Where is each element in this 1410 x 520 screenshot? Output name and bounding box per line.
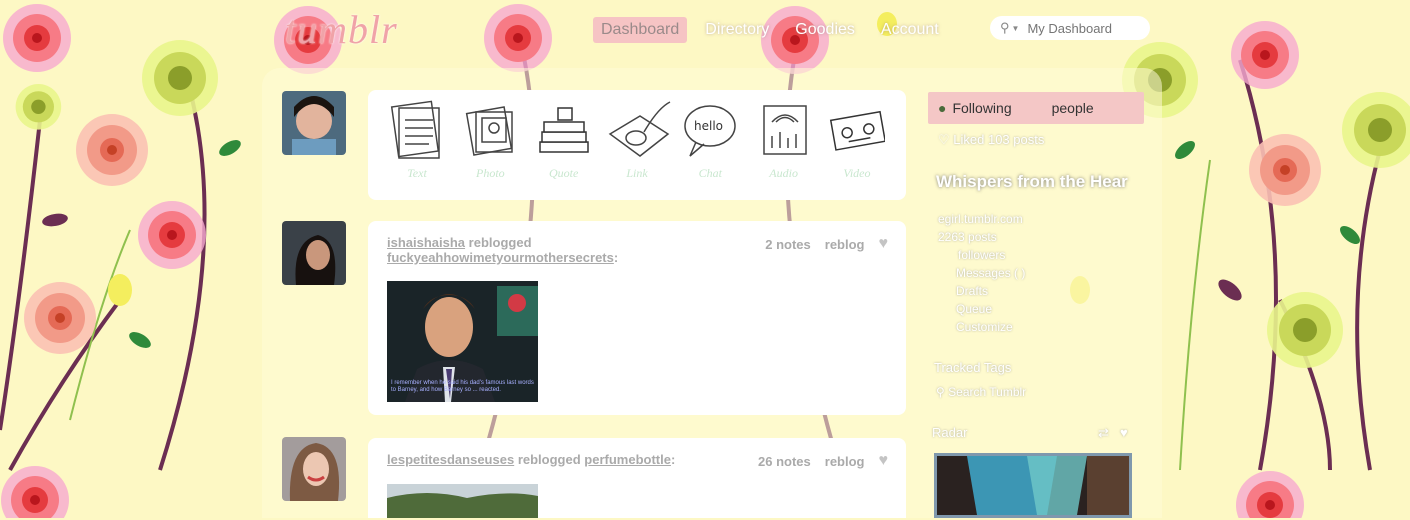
- heart-icon[interactable]: ♥: [1120, 425, 1128, 440]
- post-header: ishaishaisha reblogged fuckyeahhowimetyo…: [387, 235, 889, 265]
- video-icon: [829, 110, 885, 151]
- text-icon: [390, 100, 440, 159]
- avatar[interactable]: [282, 91, 346, 155]
- photo-icon: [466, 106, 514, 156]
- post-photo[interactable]: [387, 484, 538, 518]
- notes-count[interactable]: 2 notes: [765, 237, 811, 252]
- svg-text:hello: hello: [694, 119, 723, 133]
- post-source-link[interactable]: fuckyeahhowimetyourmothersecrets: [387, 250, 614, 265]
- search-icon[interactable]: ⚲: [1000, 20, 1010, 36]
- nav-directory[interactable]: Directory: [697, 17, 777, 43]
- search-input[interactable]: [1025, 19, 1140, 37]
- blog-title[interactable]: Whispers from the Hear: [936, 172, 1144, 192]
- followers-link[interactable]: followers: [938, 246, 1144, 264]
- post-source-link[interactable]: perfumebottle: [584, 452, 671, 467]
- audio-icon: [762, 105, 807, 155]
- post-type-video[interactable]: Video: [826, 98, 888, 181]
- post-author-avatar: [282, 437, 346, 501]
- avatar[interactable]: [282, 221, 346, 285]
- nav-account[interactable]: Account: [873, 17, 947, 43]
- blog-url-link[interactable]: egirl.tumblr.com: [938, 210, 1144, 228]
- post-header: lespetitesdanseuses reblogged perfumebot…: [387, 452, 889, 470]
- customize-link[interactable]: Customize: [938, 318, 1144, 336]
- reblog-icon[interactable]: ⇄: [1098, 425, 1109, 441]
- posts-count-link[interactable]: 2263 posts: [938, 228, 1144, 246]
- landscape-image: [387, 484, 538, 518]
- radar-image[interactable]: [934, 453, 1132, 518]
- post-type-text[interactable]: Text: [386, 98, 448, 181]
- post-author-link[interactable]: lespetitesdanseuses: [387, 452, 514, 467]
- following-link[interactable]: ● Following people: [928, 92, 1144, 124]
- tumblr-logo[interactable]: tumblr: [285, 6, 398, 53]
- post-card: ishaishaisha reblogged fuckyeahhowimetyo…: [368, 221, 906, 415]
- chevron-down-icon[interactable]: ▼: [1012, 24, 1020, 33]
- tracked-tags-heading: Tracked Tags: [934, 360, 1012, 375]
- blog-menu: egirl.tumblr.com 2263 posts followers Me…: [938, 210, 1144, 336]
- nav-goodies[interactable]: Goodies: [787, 17, 863, 43]
- like-heart-icon[interactable]: ♥: [879, 235, 889, 253]
- queue-link[interactable]: Queue: [938, 300, 1144, 318]
- sidebar: ● Following people ♡ Liked 103 posts Whi…: [928, 92, 1144, 440]
- post-type-audio[interactable]: Audio: [753, 98, 815, 181]
- main-nav: Dashboard Directory Goodies Account: [593, 17, 947, 43]
- post-card: lespetitesdanseuses reblogged perfumebot…: [368, 438, 906, 518]
- link-icon: [608, 101, 671, 157]
- avatar[interactable]: [282, 437, 346, 501]
- liked-posts-link[interactable]: ♡ Liked 103 posts: [938, 132, 1144, 148]
- post-type-photo[interactable]: Photo: [459, 98, 521, 181]
- messages-link[interactable]: Messages ( ): [938, 264, 1144, 282]
- search-tumblr-link[interactable]: ⚲ Search Tumblr: [936, 385, 1144, 399]
- chat-icon: hello: [684, 105, 737, 157]
- post-photo[interactable]: I remember when he said his dad's famous…: [387, 281, 538, 402]
- notes-count[interactable]: 26 notes: [758, 454, 811, 469]
- post-type-chat[interactable]: hello Chat: [679, 98, 741, 181]
- search-box: ⚲ ▼: [990, 16, 1150, 40]
- quote-icon: [538, 107, 589, 153]
- user-avatar-photo: [282, 91, 346, 155]
- nav-dashboard[interactable]: Dashboard: [593, 17, 688, 43]
- radar-photo: [937, 456, 1129, 515]
- post-type-quote[interactable]: Quote: [533, 98, 595, 181]
- reblog-button[interactable]: reblog: [825, 454, 865, 469]
- post-type-toolbar: Text Photo Quote Link hello Chat Audio V…: [368, 90, 906, 200]
- header: tumblr Dashboard Directory Goodies Accou…: [0, 0, 1410, 62]
- drafts-link[interactable]: Drafts: [938, 282, 1144, 300]
- post-author-link[interactable]: ishaishaisha: [387, 235, 465, 250]
- post-type-link[interactable]: Link: [606, 98, 671, 181]
- heart-outline-icon: ♡: [938, 132, 950, 147]
- user-icon: ●: [938, 100, 947, 116]
- post-author-avatar: [282, 221, 346, 285]
- radar-heading: Radar ⇄ ♥: [932, 425, 1128, 441]
- reblog-button[interactable]: reblog: [825, 237, 865, 252]
- search-icon: ⚲: [936, 385, 945, 399]
- like-heart-icon[interactable]: ♥: [879, 452, 889, 470]
